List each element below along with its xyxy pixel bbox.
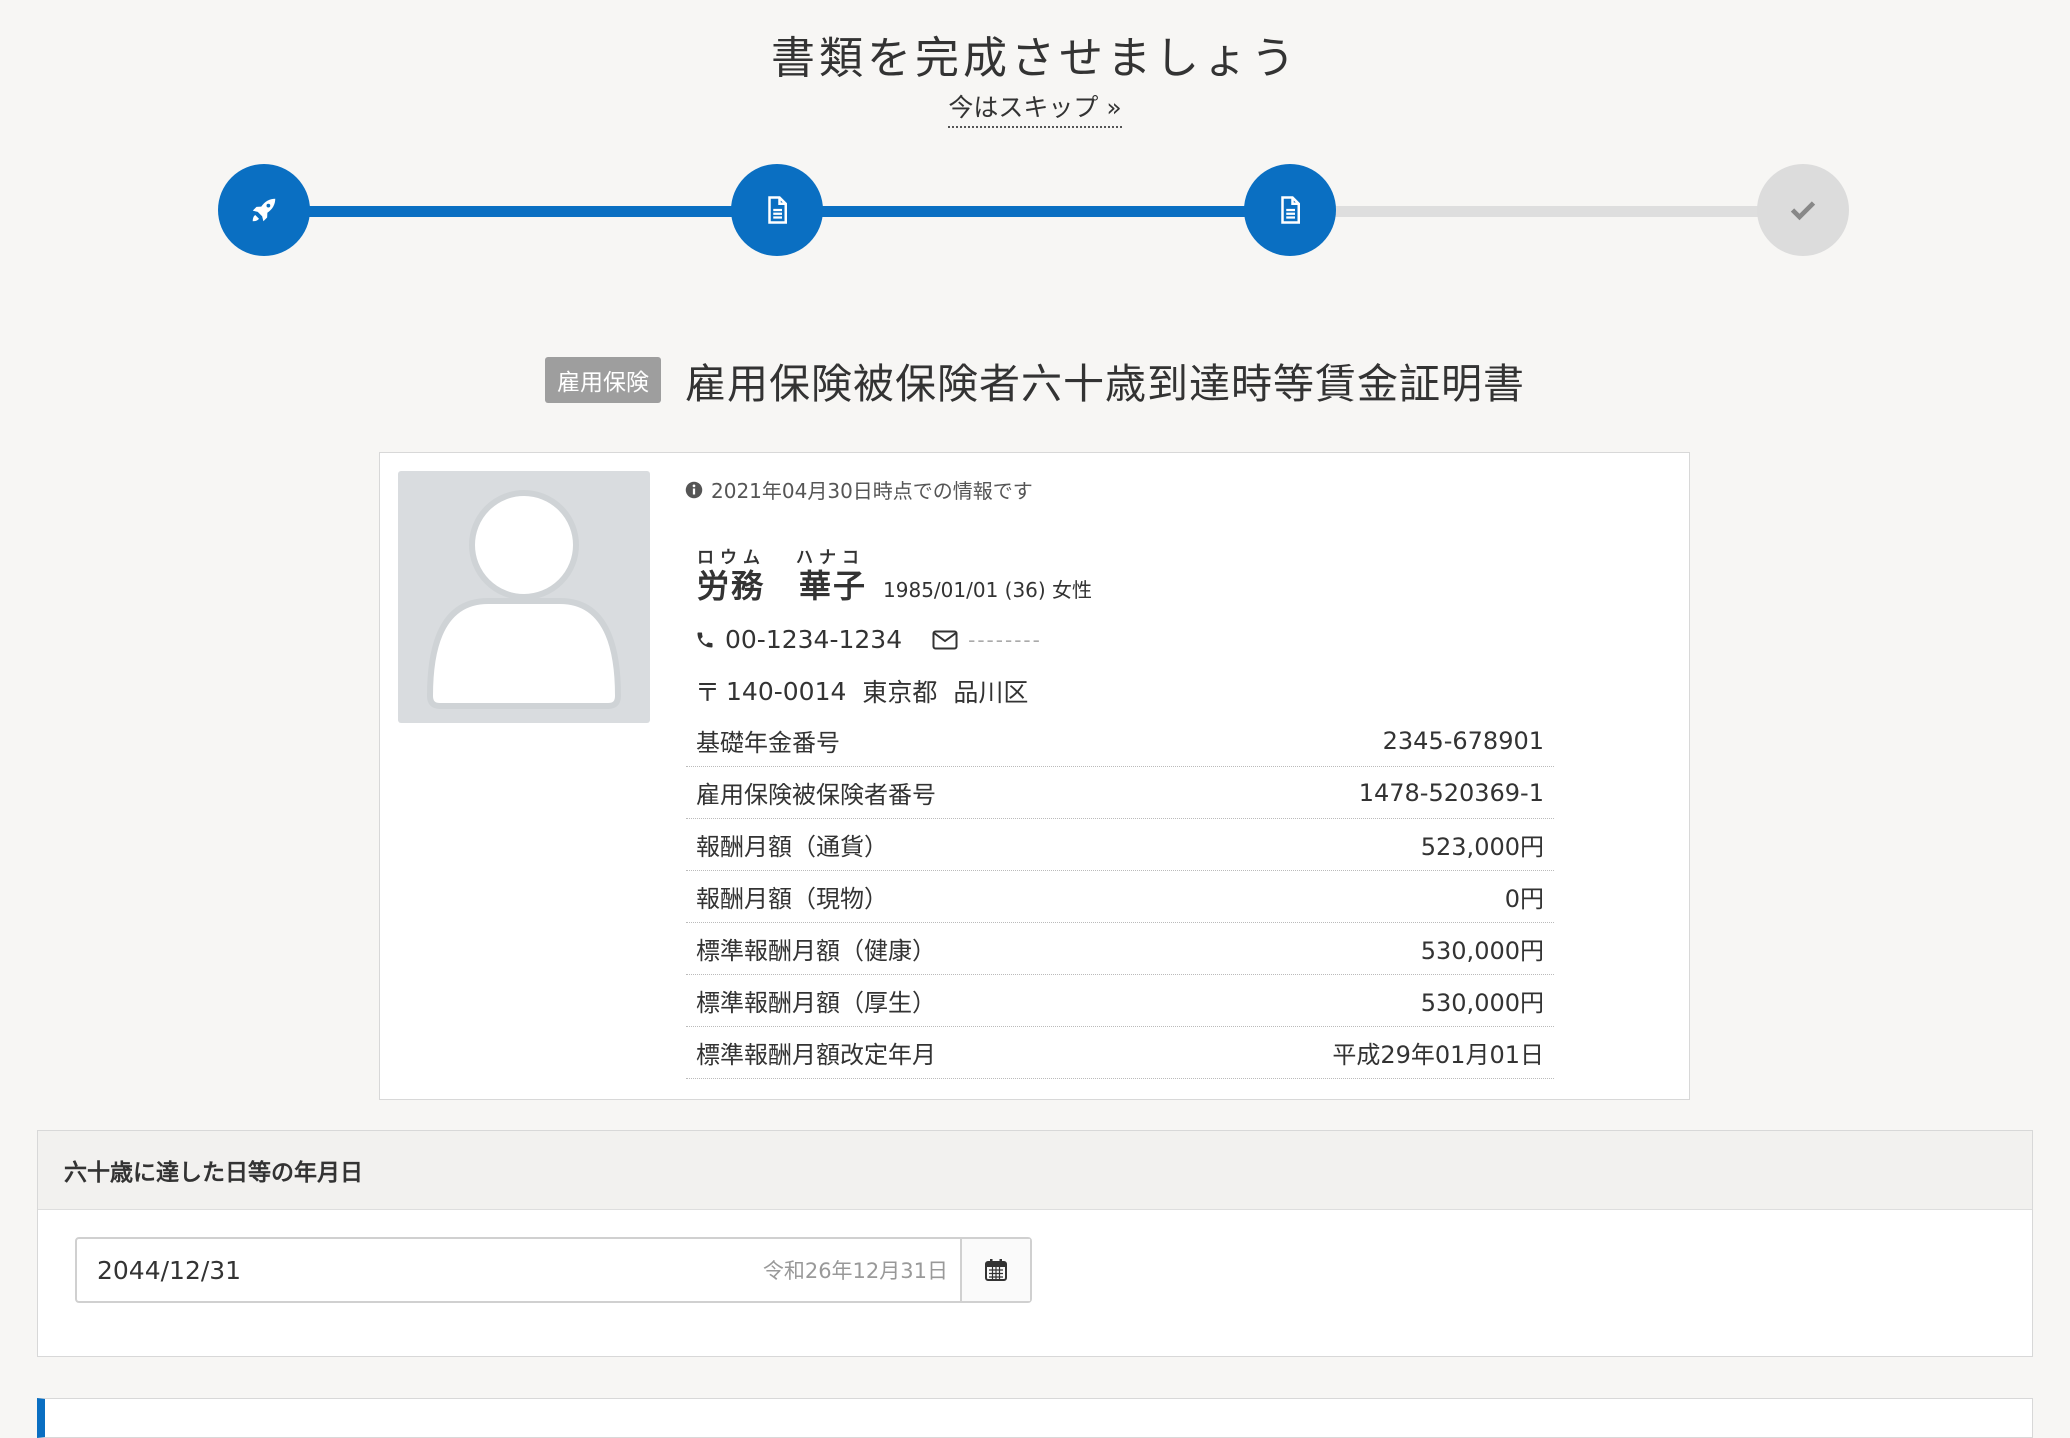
phone-icon — [697, 632, 713, 647]
skip-link-wrapper: 今はスキップ » — [0, 88, 2070, 128]
date-input-group: 令和26年12月31日 — [75, 1237, 1032, 1303]
info-value: 530,000円 — [1420, 989, 1544, 1017]
document-icon — [768, 196, 787, 224]
info-value: 1478-520369-1 — [1358, 778, 1544, 807]
info-row-pension-number: 基礎年金番号 2345-678901 — [686, 715, 1554, 767]
step-connector-2 — [777, 206, 1290, 217]
rocket-icon — [252, 198, 276, 222]
info-row-monthly-pay-cash: 報酬月額（通貨） 523,000円 — [686, 819, 1554, 871]
page-title: 書類を完成させましょう — [771, 33, 1299, 84]
calendar-button[interactable] — [960, 1239, 1030, 1301]
progress-stepper — [218, 164, 1849, 258]
address-row: 〒 140-0014 東京都 品川区 — [695, 673, 1028, 709]
age-60-date-section: 六十歳に達した日等の年月日 令和26年12月31日 — [37, 1130, 2033, 1357]
info-value: 523,000円 — [1420, 833, 1544, 861]
info-label: 報酬月額（通貨） — [696, 833, 888, 861]
step-connector-1 — [264, 206, 777, 217]
phone-number: 00-1234-1234 — [725, 625, 903, 654]
step-3[interactable] — [1244, 164, 1336, 256]
document-category-badge: 雇用保険 — [545, 357, 661, 403]
step-4[interactable] — [1757, 164, 1849, 256]
skip-link[interactable]: 今はスキップ » — [948, 93, 1122, 128]
calendar-icon — [985, 1259, 1007, 1281]
address-city: 品川区 — [953, 678, 1029, 707]
document-icon — [1281, 196, 1300, 224]
email-address: -------- — [968, 627, 1042, 652]
info-value: 2345-678901 — [1382, 726, 1544, 755]
date-era-display: 令和26年12月31日 — [762, 1259, 948, 1283]
info-label: 標準報酬月額改定年月 — [696, 1041, 936, 1069]
info-row-standard-pay-pension: 標準報酬月額（厚生） 530,000円 — [686, 975, 1554, 1027]
info-label: 標準報酬月額（健康） — [696, 937, 936, 965]
info-row-revision-date: 標準報酬月額改定年月 平成29年01月01日 — [686, 1027, 1554, 1079]
info-icon — [685, 481, 703, 498]
document-title: 雇用保険被保険者六十歳到達時等賃金証明書 — [685, 360, 1525, 408]
info-label: 標準報酬月額（厚生） — [696, 989, 936, 1017]
step-2[interactable] — [731, 164, 823, 256]
section-title: 六十歳に達した日等の年月日 — [38, 1131, 2032, 1210]
step-connector-3 — [1290, 206, 1803, 217]
info-label: 基礎年金番号 — [696, 729, 840, 757]
info-label: 報酬月額（現物） — [696, 885, 888, 913]
employee-profile-card: 2021年04月30日時点での情報です ロウム ハナコ 労務 華子 1985/0… — [379, 452, 1690, 1100]
info-value: 平成29年01月01日 — [1332, 1041, 1544, 1069]
step-1[interactable] — [218, 164, 310, 256]
info-value: 530,000円 — [1420, 937, 1544, 965]
contact-row: 00-1234-1234 -------- — [695, 625, 1042, 654]
avatar-placeholder-icon — [426, 490, 622, 709]
info-note-text: 2021年04月30日時点での情報です — [711, 479, 1033, 503]
date-input[interactable] — [77, 1239, 763, 1301]
employee-info-table: 基礎年金番号 2345-678901 雇用保険被保険者番号 1478-52036… — [686, 715, 1554, 1079]
employee-name: 労務 華子 — [697, 567, 868, 605]
info-label: 雇用保険被保険者番号 — [696, 781, 936, 809]
postal-mark-icon: 〒 — [695, 678, 721, 707]
info-row-insured-number: 雇用保険被保険者番号 1478-520369-1 — [686, 767, 1554, 819]
info-note: 2021年04月30日時点での情報です — [685, 475, 1033, 504]
info-value: 0円 — [1504, 885, 1544, 913]
document-header: 雇用保険 雇用保険被保険者六十歳到達時等賃金証明書 — [0, 350, 2070, 410]
info-row-monthly-pay-kind: 報酬月額（現物） 0円 — [686, 871, 1554, 923]
name-row: 労務 華子 1985/01/01 (36) 女性 — [697, 561, 1092, 607]
check-icon — [1790, 201, 1816, 221]
next-section-card — [37, 1398, 2033, 1438]
employee-birth-age-gender: 1985/01/01 (36) 女性 — [883, 578, 1093, 602]
postal-code: 140-0014 — [726, 676, 847, 706]
address-prefecture: 東京都 — [862, 678, 938, 707]
avatar — [398, 471, 650, 723]
email-icon — [932, 630, 958, 649]
info-row-standard-pay-health: 標準報酬月額（健康） 530,000円 — [686, 923, 1554, 975]
